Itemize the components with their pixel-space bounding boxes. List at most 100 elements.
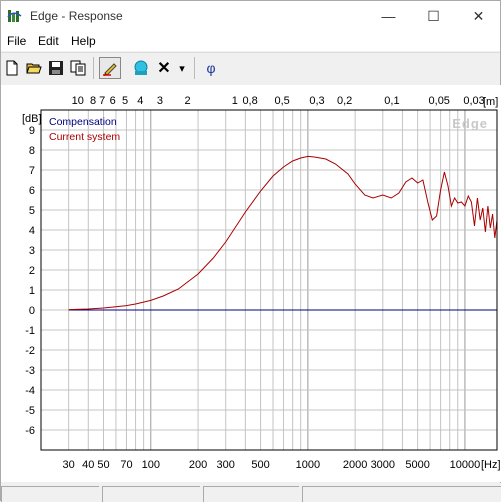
series-line-current-system <box>68 155 498 311</box>
chart-grid <box>40 109 497 451</box>
x-tick-label: 1000 <box>296 459 320 471</box>
legend-current-system: Current system <box>49 131 120 143</box>
top-tick-label: 0,1 <box>384 95 399 107</box>
delete-dropdown-button[interactable]: ▾ <box>175 57 189 79</box>
y-tick-label: -5 <box>25 405 35 417</box>
toolbar-separator <box>93 57 94 79</box>
x-tick-label: 50 <box>97 459 109 471</box>
draw-button[interactable] <box>99 57 121 79</box>
top-tick-label: 8 <box>90 95 96 107</box>
top-axis-ticks: 10 8 7 6 5 4 3 2 1 0,8 0,5 0,3 0,2 0,1 0,05 0,03 <box>72 95 485 107</box>
copy-button[interactable] <box>67 57 89 79</box>
x-axis-ticks: 30 40 50 70 100 200 300 500 1000 2000 3000 5000 1000… <box>63 459 481 471</box>
top-tick-label: 0,5 <box>275 95 290 107</box>
y-tick-label: -4 <box>25 385 35 397</box>
top-tick-label: 10 <box>72 95 84 107</box>
close-icon: ✕ <box>472 7 485 24</box>
y-tick-label: 6 <box>29 185 35 197</box>
x-tick-label: 100 <box>142 459 160 471</box>
speaker-button[interactable] <box>130 57 152 79</box>
delete-icon: ✕ <box>157 60 171 77</box>
x-tick-label: 10000 <box>450 459 481 471</box>
x-tick-label: 70 <box>120 459 132 471</box>
status-panel <box>302 486 501 502</box>
app-icon <box>7 10 22 22</box>
x-tick-label: 300 <box>217 459 235 471</box>
status-panel <box>102 486 200 502</box>
top-tick-label: 5 <box>122 95 128 107</box>
status-panel <box>1 486 99 502</box>
save-icon <box>49 61 63 75</box>
y-tick-label: 4 <box>29 225 35 237</box>
y-axis-ticks: 9 8 7 6 5 4 3 2 1 0 -1 -2 -3 -4 -5 -6 <box>25 125 35 437</box>
app-window: Edge - Response — ☐ ✕ File Edit Help ✕ ▾… <box>0 0 501 502</box>
legend-compensation: Compensation <box>49 116 117 128</box>
y-tick-label: -2 <box>25 345 35 357</box>
y-tick-label: 2 <box>29 265 35 277</box>
y-tick-label: 7 <box>29 165 35 177</box>
y-tick-label: 9 <box>29 125 35 137</box>
phase-button[interactable]: φ <box>200 57 222 79</box>
maximize-icon: ☐ <box>427 7 440 24</box>
x-tick-label: 200 <box>189 459 207 471</box>
plot-frame <box>40 109 498 451</box>
top-tick-label: 1 <box>232 95 238 107</box>
x-tick-label: 40 <box>82 459 94 471</box>
y-tick-label: -3 <box>25 365 35 377</box>
y-axis-label: [dB] <box>22 113 42 125</box>
x-tick-label: 2000 <box>343 459 367 471</box>
copy-icon <box>70 60 86 76</box>
phi-icon: φ <box>206 60 216 76</box>
x-tick-label: 500 <box>251 459 269 471</box>
delete-button[interactable]: ✕ <box>153 57 175 79</box>
top-tick-label: 4 <box>137 95 143 107</box>
status-panel <box>203 486 299 502</box>
new-document-button[interactable] <box>1 57 23 79</box>
dropdown-arrow-icon: ▾ <box>179 62 185 75</box>
x-axis-label: [Hz] <box>481 459 501 471</box>
top-tick-label: 7 <box>99 95 105 107</box>
new-document-icon <box>6 60 18 76</box>
top-axis-label: [m] <box>483 96 498 108</box>
response-chart[interactable]: 9876543210-1-2-3-4-5-6 30 40 50 70 100 200 300… <box>1 85 501 482</box>
chart-series <box>68 155 498 311</box>
minimize-icon: — <box>381 8 396 24</box>
open-button[interactable] <box>23 57 45 79</box>
y-tick-label: 1 <box>29 285 35 297</box>
menu-file[interactable]: File <box>7 34 26 48</box>
close-button[interactable]: ✕ <box>456 1 501 31</box>
top-tick-label: 3 <box>157 95 163 107</box>
top-tick-label: 0,2 <box>337 95 352 107</box>
watermark-text: Edge <box>452 116 488 131</box>
top-tick-label: 2 <box>185 95 191 107</box>
speaker-icon <box>134 60 148 75</box>
menu-bar: File Edit Help <box>1 31 500 51</box>
y-tick-label: 8 <box>29 145 35 157</box>
top-tick-label: 0,3 <box>309 95 324 107</box>
y-tick-label: -6 <box>25 425 35 437</box>
x-tick-label: 5000 <box>405 459 429 471</box>
x-tick-label: 30 <box>63 459 75 471</box>
title-bar[interactable]: Edge - Response — ☐ ✕ <box>1 1 500 31</box>
save-button[interactable] <box>45 57 67 79</box>
status-bar <box>1 483 501 502</box>
top-tick-label: 6 <box>110 95 116 107</box>
maximize-button[interactable]: ☐ <box>411 1 456 31</box>
menu-help[interactable]: Help <box>71 34 96 48</box>
window-title: Edge - Response <box>30 9 123 23</box>
pencil-icon <box>103 63 117 76</box>
open-folder-icon <box>26 63 42 74</box>
y-tick-label: 5 <box>29 205 35 217</box>
y-tick-label: -1 <box>25 325 35 337</box>
y-tick-label: 3 <box>29 245 35 257</box>
menu-edit[interactable]: Edit <box>38 34 59 48</box>
top-tick-label: 0,8 <box>242 95 257 107</box>
y-tick-label: 0 <box>29 305 35 317</box>
toolbar-separator <box>194 57 195 79</box>
response-plot[interactable]: 9 8 7 6 5 4 3 2 1 0 -1 -2 -3 -4 -5 -6 30 40 50 70 100 200 300… <box>1 85 501 482</box>
x-tick-label: 3000 <box>371 459 395 471</box>
top-tick-label: 0,05 <box>429 95 450 107</box>
toolbar: ✕ ▾ φ <box>1 52 500 82</box>
top-tick-label: 0,03 <box>463 95 484 107</box>
minimize-button[interactable]: — <box>366 1 411 31</box>
